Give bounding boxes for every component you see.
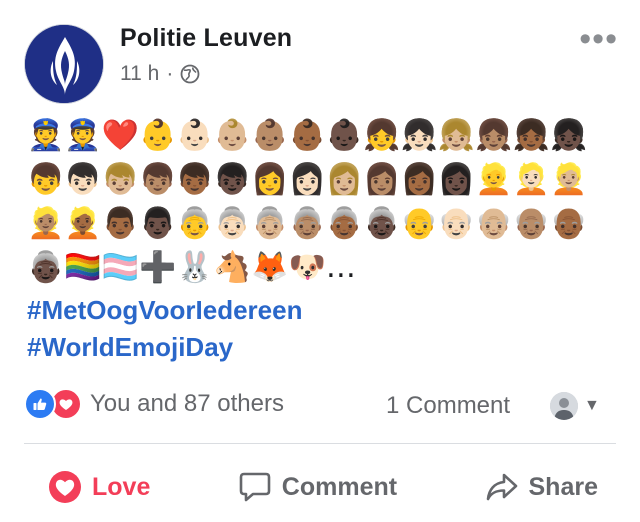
post-time[interactable]: 11 h: [120, 62, 159, 86]
share-button[interactable]: Share: [485, 472, 598, 502]
chevron-down-icon: ▼: [584, 397, 600, 414]
page-avatar[interactable]: [24, 24, 104, 104]
love-icon: [49, 471, 81, 503]
post-actions: Love Comment Share: [24, 462, 616, 512]
page-name[interactable]: Politie Leuven: [120, 24, 292, 53]
emoji-row: 👱🏽👱🏾👨🏾👨🏿👵👵🏻👵🏼👵🏽👵🏾👵🏿👴👴🏻👴🏼👴🏽👴🏾: [27, 206, 588, 241]
police-flame-logo-icon: [25, 25, 103, 103]
comment-label: Comment: [281, 472, 398, 501]
comment-button[interactable]: Comment: [238, 471, 397, 503]
hashtag-link[interactable]: #MetOogVoorIedereen: [27, 292, 302, 329]
viewer-avatar: [550, 392, 578, 420]
reaction-count-text: You and 87 others: [90, 390, 284, 417]
emoji-row: 👦👦🏻👦🏼👦🏽👦🏾👦🏿👩👩🏻👩🏼👩🏽👩🏾👩🏿👱👱🏻👱🏼: [27, 162, 588, 197]
comment-icon: [239, 472, 271, 502]
love-label: Love: [92, 472, 151, 501]
comment-count[interactable]: 1 Comment: [386, 392, 510, 420]
post-meta: 11 h ·: [120, 62, 200, 86]
more-options-icon[interactable]: •••: [579, 22, 618, 56]
viewer-selector[interactable]: ▼: [550, 392, 600, 420]
hashtag-link[interactable]: #WorldEmojiDay: [27, 329, 302, 366]
like-reaction-icon: [24, 388, 56, 420]
meta-separator: ·: [166, 62, 174, 85]
post-emoji-text: 👮👮❤️👶👶🏻👶🏼👶🏽👶🏾👶🏿👧👧🏻👧🏼👧🏽👧🏾👧🏿 👦👦🏻👦🏼👦🏽👦🏾👦🏿👩👩…: [27, 114, 607, 290]
share-icon: [486, 473, 517, 501]
love-button[interactable]: Love: [48, 470, 150, 504]
hashtags: #MetOogVoorIedereen #WorldEmojiDay: [27, 292, 302, 366]
emoji-row: 👵🏿🏳️‍🌈🏳️‍⚧️➕🐰🐴🦊🐶…: [27, 250, 356, 285]
globe-icon: [180, 64, 200, 84]
reactions-summary[interactable]: You and 87 others: [24, 388, 284, 420]
emoji-row: 👮👮❤️👶👶🏻👶🏼👶🏽👶🏾👶🏿👧👧🏻👧🏼👧🏽👧🏾👧🏿: [27, 118, 588, 153]
share-label: Share: [528, 472, 598, 501]
divider: [24, 443, 616, 444]
